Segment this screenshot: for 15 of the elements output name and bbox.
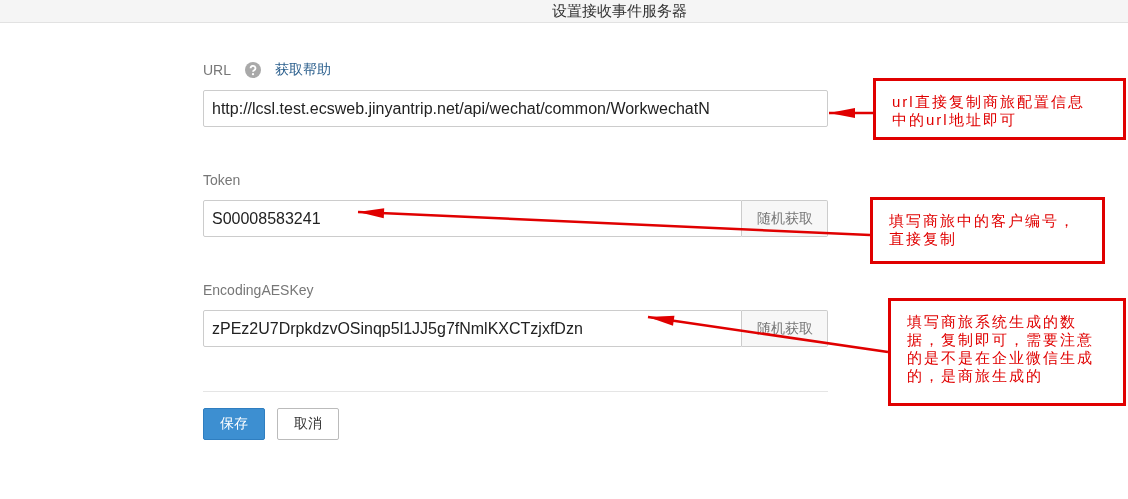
field-label: EncodingAESKey	[203, 282, 314, 298]
annotation-note: 填写商旅系统生成的数 据，复制即可，需要注意 的是不是在企业微信生成 的，是商旅生成的	[888, 298, 1126, 406]
arrow	[829, 108, 873, 118]
field-label: URL	[203, 62, 231, 78]
annotation-note: url直接复制商旅配置信息 中的url地址即可	[873, 78, 1126, 140]
cancel-button[interactable]: 取消	[277, 408, 339, 440]
text-field[interactable]: S00008583241	[203, 200, 742, 237]
text-field[interactable]: http://lcsl.test.ecsweb.jinyantrip.net/api/wechat/common/WorkwechatN	[203, 90, 828, 127]
field-label: Token	[203, 172, 241, 188]
help-icon[interactable]	[245, 62, 261, 78]
text-field[interactable]: zPEz2U7DrpkdzvOSinqp5l1JJ5g7fNmlKXCTzjxfDzn	[203, 310, 742, 347]
random-button[interactable]: 随机获取	[742, 200, 828, 237]
dialog-title: 设置接收事件服务器	[551, 1, 687, 21]
annotation-note: 填写商旅中的客户编号， 直接复制	[870, 197, 1105, 264]
help-link[interactable]: 获取帮助	[275, 61, 331, 79]
